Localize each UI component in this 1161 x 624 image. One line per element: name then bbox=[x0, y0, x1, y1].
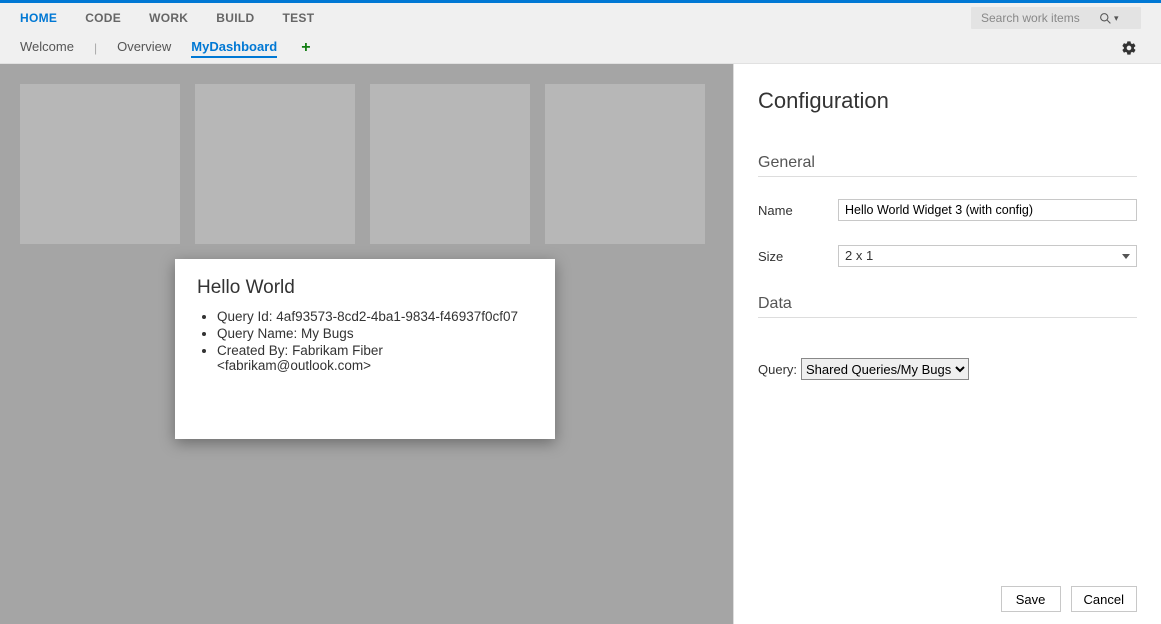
widget-query-id: Query Id: 4af93573-8cd2-4ba1-9834-f46937… bbox=[217, 309, 533, 324]
sub-nav: Welcome | Overview MyDashboard + bbox=[20, 39, 315, 58]
dashboard-canvas: Hello World Query Id: 4af93573-8cd2-4ba1… bbox=[0, 64, 733, 624]
widget-title: Hello World bbox=[197, 277, 533, 299]
add-tab-button[interactable]: + bbox=[297, 39, 314, 57]
hello-world-widget[interactable]: Hello World Query Id: 4af93573-8cd2-4ba1… bbox=[175, 259, 555, 439]
query-name-label: Query Name: bbox=[217, 326, 297, 341]
main-nav-build[interactable]: BUILD bbox=[216, 11, 254, 25]
main-nav-home[interactable]: HOME bbox=[20, 11, 57, 25]
settings-button[interactable] bbox=[1121, 40, 1141, 56]
query-id-label: Query Id: bbox=[217, 309, 273, 324]
dashboard-tile-placeholder[interactable] bbox=[20, 84, 180, 244]
main-nav-code[interactable]: CODE bbox=[85, 11, 121, 25]
configuration-footer: Save Cancel bbox=[758, 578, 1137, 612]
size-label: Size bbox=[758, 249, 838, 264]
main-nav: HOME CODE WORK BUILD TEST bbox=[20, 11, 314, 25]
navbar: HOME CODE WORK BUILD TEST ▾ Welcome | Ov… bbox=[0, 3, 1161, 64]
content-area: Hello World Query Id: 4af93573-8cd2-4ba1… bbox=[0, 64, 1161, 624]
sub-nav-separator: | bbox=[94, 41, 97, 55]
sub-nav-mydashboard[interactable]: MyDashboard bbox=[191, 39, 277, 58]
search-input[interactable] bbox=[979, 10, 1099, 26]
query-label: Query: bbox=[758, 362, 797, 377]
created-by-label: Created By: bbox=[217, 343, 288, 358]
name-row: Name bbox=[758, 199, 1137, 221]
name-label: Name bbox=[758, 203, 838, 218]
sub-nav-overview[interactable]: Overview bbox=[117, 39, 171, 58]
search-icon[interactable] bbox=[1099, 12, 1112, 25]
app-window: HOME CODE WORK BUILD TEST ▾ Welcome | Ov… bbox=[0, 0, 1161, 624]
name-input[interactable] bbox=[838, 199, 1137, 221]
configuration-panel: Configuration General Name Size 2 x 1 Da… bbox=[733, 64, 1161, 624]
section-general: General bbox=[758, 154, 1137, 177]
sub-nav-welcome[interactable]: Welcome bbox=[20, 39, 74, 58]
query-name-value: My Bugs bbox=[301, 326, 354, 341]
widget-created-by: Created By: Fabrikam Fiber <fabrikam@out… bbox=[217, 343, 533, 373]
dashboard-tile-placeholder[interactable] bbox=[545, 84, 705, 244]
configuration-title: Configuration bbox=[758, 88, 1137, 114]
plus-icon: + bbox=[301, 39, 310, 56]
main-nav-test[interactable]: TEST bbox=[282, 11, 314, 25]
search-dropdown-caret-icon[interactable]: ▾ bbox=[1114, 13, 1119, 24]
widget-details-list: Query Id: 4af93573-8cd2-4ba1-9834-f46937… bbox=[197, 309, 533, 373]
main-nav-work[interactable]: WORK bbox=[149, 11, 188, 25]
query-id-value: 4af93573-8cd2-4ba1-9834-f46937f0cf07 bbox=[276, 309, 518, 324]
search-box[interactable]: ▾ bbox=[971, 7, 1141, 29]
gear-icon bbox=[1121, 40, 1137, 56]
widget-query-name: Query Name: My Bugs bbox=[217, 326, 533, 341]
cancel-button[interactable]: Cancel bbox=[1071, 586, 1137, 612]
navbar-secondary-row: Welcome | Overview MyDashboard + bbox=[0, 33, 1161, 63]
section-data: Data bbox=[758, 295, 1137, 318]
query-select[interactable]: Shared Queries/My Bugs bbox=[801, 358, 969, 380]
dashboard-tile-placeholder[interactable] bbox=[370, 84, 530, 244]
dashboard-tile-row bbox=[20, 84, 705, 244]
save-button[interactable]: Save bbox=[1001, 586, 1061, 612]
size-row: Size 2 x 1 bbox=[758, 245, 1137, 267]
query-row: Query: Shared Queries/My Bugs bbox=[758, 358, 1137, 380]
size-select[interactable]: 2 x 1 bbox=[838, 245, 1137, 267]
dashboard-tile-placeholder[interactable] bbox=[195, 84, 355, 244]
navbar-primary-row: HOME CODE WORK BUILD TEST ▾ bbox=[0, 3, 1161, 33]
